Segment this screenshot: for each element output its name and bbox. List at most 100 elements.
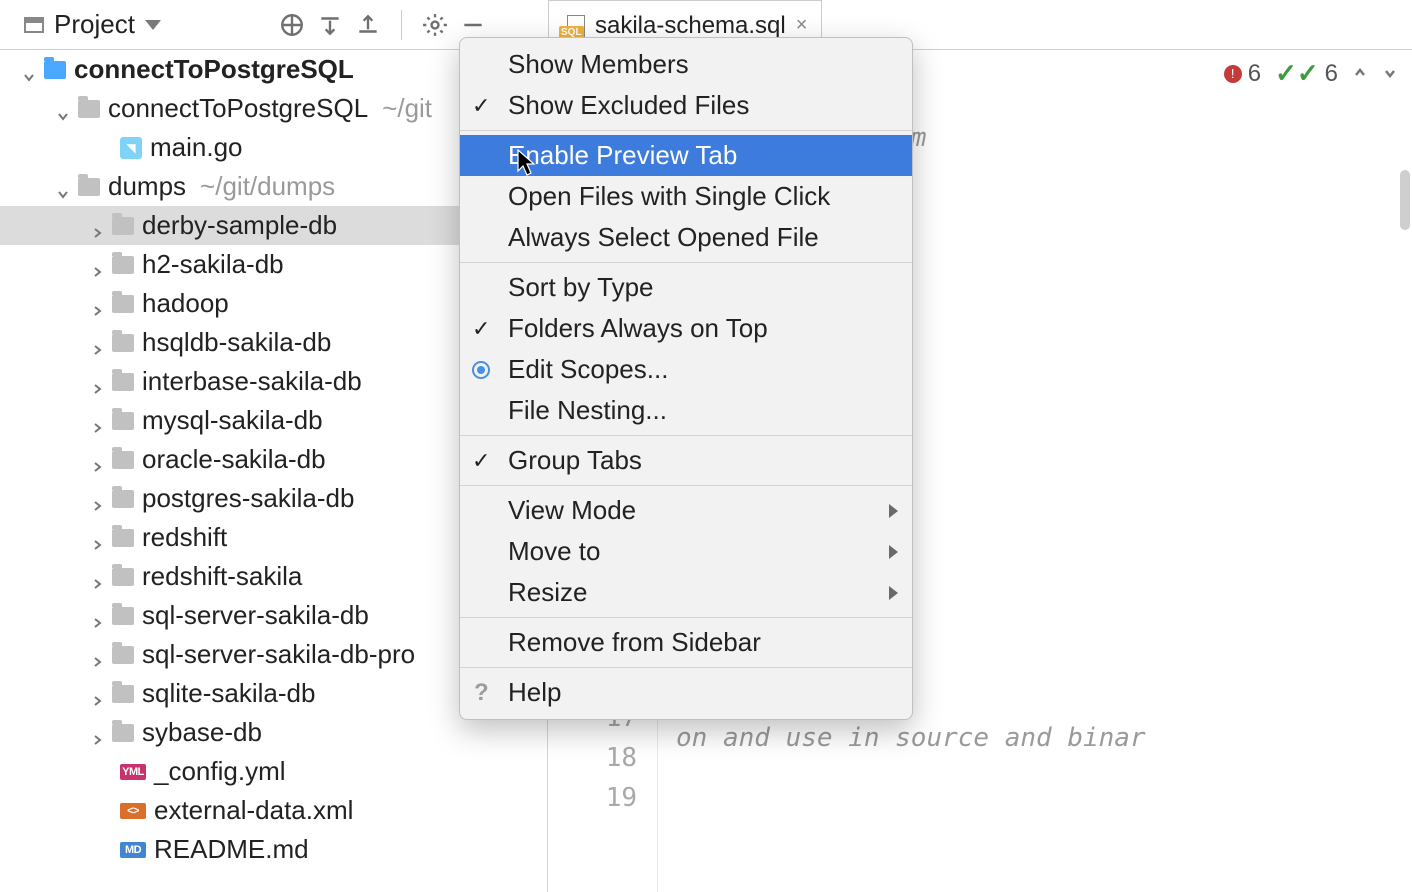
error-count[interactable]: ! 6 [1224, 60, 1261, 88]
tree-file-readme-md[interactable]: MD README.md [0, 830, 547, 869]
menu-help[interactable]: ? Help [460, 672, 912, 713]
item-label: redshift [142, 522, 227, 553]
chevron-right-icon[interactable] [90, 570, 104, 584]
editor-inspection-status[interactable]: ! 6 ✓✓ 6 [1224, 58, 1398, 89]
folder-icon [112, 334, 134, 352]
menu-label: File Nesting... [508, 395, 667, 426]
gutter-line: 18 [548, 738, 637, 778]
chevron-right-icon[interactable] [90, 687, 104, 701]
md-file-icon: MD [120, 842, 146, 858]
select-opened-file-icon[interactable] [277, 10, 307, 40]
folder-icon [112, 490, 134, 508]
menu-label: Help [508, 677, 561, 708]
menu-sort-by-type[interactable]: Sort by Type [460, 267, 912, 308]
gutter-line: 19 [548, 778, 637, 818]
menu-open-files-single-click[interactable]: Open Files with Single Click [460, 176, 912, 217]
xml-file-icon: <> [120, 803, 146, 819]
folder-icon [112, 256, 134, 274]
menu-label: Edit Scopes... [508, 354, 668, 385]
chevron-down-icon[interactable] [56, 102, 70, 116]
submenu-arrow-icon [889, 545, 898, 559]
mouse-cursor-icon [516, 149, 538, 177]
menu-show-members[interactable]: Show Members [460, 44, 912, 85]
chevron-right-icon[interactable] [90, 219, 104, 233]
expand-all-icon[interactable] [315, 10, 345, 40]
chevron-down-icon[interactable] [56, 180, 70, 194]
menu-view-mode[interactable]: View Mode [460, 490, 912, 531]
sql-file-icon: SQL [563, 15, 585, 37]
menu-label: Sort by Type [508, 272, 654, 303]
menu-file-nesting[interactable]: File Nesting... [460, 390, 912, 431]
menu-separator [460, 617, 912, 618]
chevron-right-icon[interactable] [90, 375, 104, 389]
menu-separator [460, 667, 912, 668]
close-icon[interactable]: × [796, 14, 808, 37]
item-label: h2-sakila-db [142, 249, 284, 280]
menu-group-tabs[interactable]: ✓ Group Tabs [460, 440, 912, 481]
chevron-right-icon[interactable] [90, 414, 104, 428]
gear-icon[interactable] [420, 10, 450, 40]
check-icon: ✓ [472, 316, 490, 342]
project-view-selector[interactable]: Project [14, 5, 171, 44]
folder-icon [112, 607, 134, 625]
chevron-right-icon[interactable] [90, 297, 104, 311]
item-label: sqlite-sakila-db [142, 678, 315, 709]
project-window-icon [24, 17, 44, 33]
chevron-right-icon[interactable] [90, 531, 104, 545]
chevron-right-icon[interactable] [90, 648, 104, 662]
prev-highlight-icon[interactable] [1352, 60, 1368, 88]
menu-edit-scopes[interactable]: Edit Scopes... [460, 349, 912, 390]
menu-move-to[interactable]: Move to [460, 531, 912, 572]
check-icon: ✓ [472, 448, 490, 474]
editor-scrollbar[interactable] [1400, 170, 1410, 230]
item-label: sql-server-sakila-db [142, 600, 369, 631]
chevron-right-icon[interactable] [90, 609, 104, 623]
menu-folders-always-on-top[interactable]: ✓ Folders Always on Top [460, 308, 912, 349]
minimize-icon[interactable] [458, 10, 488, 40]
folder-icon [112, 295, 134, 313]
next-highlight-icon[interactable] [1382, 60, 1398, 88]
item-label: redshift-sakila [142, 561, 302, 592]
item-label: hadoop [142, 288, 229, 319]
warning-count[interactable]: ✓✓ 6 [1275, 58, 1338, 89]
path-suffix: ~/git/dumps [200, 171, 335, 202]
menu-separator [460, 435, 912, 436]
menu-separator [460, 485, 912, 486]
chevron-right-icon[interactable] [90, 726, 104, 740]
error-icon: ! [1224, 65, 1242, 83]
menu-label: Move to [508, 536, 601, 567]
item-label: mysql-sakila-db [142, 405, 323, 436]
project-settings-menu: Show Members ✓ Show Excluded Files Enabl… [459, 37, 913, 720]
menu-separator [460, 262, 912, 263]
menu-show-excluded-files[interactable]: ✓ Show Excluded Files [460, 85, 912, 126]
folder-icon [112, 373, 134, 391]
radio-icon [472, 361, 490, 379]
menu-label: Show Members [508, 49, 689, 80]
chevron-right-icon[interactable] [90, 336, 104, 350]
chevron-right-icon[interactable] [90, 258, 104, 272]
project-label: Project [54, 9, 135, 40]
menu-remove-from-sidebar[interactable]: Remove from Sidebar [460, 622, 912, 663]
menu-label: Folders Always on Top [508, 313, 768, 344]
menu-label: Enable Preview Tab [508, 140, 737, 171]
chevron-down-icon[interactable] [22, 63, 36, 77]
folder-icon [112, 685, 134, 703]
chevron-right-icon[interactable] [90, 453, 104, 467]
item-label: derby-sample-db [142, 210, 337, 241]
menu-label: View Mode [508, 495, 636, 526]
item-label: oracle-sakila-db [142, 444, 326, 475]
item-label: hsqldb-sakila-db [142, 327, 331, 358]
chevron-down-icon [145, 20, 161, 30]
menu-label: Resize [508, 577, 587, 608]
editor-tab-label: sakila-schema.sql [595, 12, 786, 40]
chevron-right-icon[interactable] [90, 492, 104, 506]
menu-always-select-opened[interactable]: Always Select Opened File [460, 217, 912, 258]
tree-file-external-xml[interactable]: <> external-data.xml [0, 791, 547, 830]
item-label: _config.yml [154, 756, 286, 787]
tree-file-config-yml[interactable]: YML _config.yml [0, 752, 547, 791]
item-label: interbase-sakila-db [142, 366, 362, 397]
menu-resize[interactable]: Resize [460, 572, 912, 613]
item-label: external-data.xml [154, 795, 353, 826]
collapse-all-icon[interactable] [353, 10, 383, 40]
menu-label: Remove from Sidebar [508, 627, 761, 658]
